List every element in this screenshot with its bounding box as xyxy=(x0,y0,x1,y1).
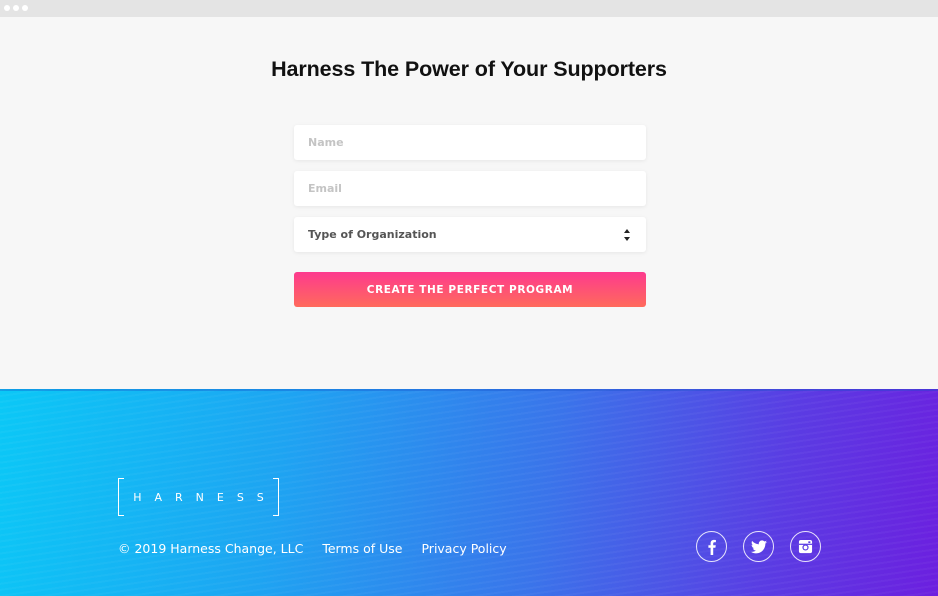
copyright-text: © 2019 Harness Change, LLC xyxy=(118,541,304,556)
instagram-icon xyxy=(798,539,813,554)
twitter-icon xyxy=(750,539,767,553)
name-input[interactable] xyxy=(308,136,632,149)
window-dot-icon[interactable] xyxy=(4,5,10,11)
window-dot-icon[interactable] xyxy=(22,5,28,11)
email-input[interactable] xyxy=(308,182,632,195)
twitter-link[interactable] xyxy=(743,531,774,562)
sort-arrows-icon xyxy=(624,228,632,241)
organization-type-select[interactable]: Type of Organization xyxy=(294,217,646,252)
name-field-wrapper xyxy=(294,125,646,160)
harness-logo[interactable]: HARNESS xyxy=(118,478,279,516)
logo-bracket-left xyxy=(118,478,124,516)
privacy-policy-link[interactable]: Privacy Policy xyxy=(421,541,506,556)
social-links xyxy=(696,531,821,562)
organization-type-value: Type of Organization xyxy=(308,228,437,241)
footer-divider xyxy=(0,389,938,391)
signup-section: Harness The Power of Your Supporters Typ… xyxy=(0,17,938,389)
browser-title-bar xyxy=(0,0,938,17)
instagram-link[interactable] xyxy=(790,531,821,562)
signup-form: Type of Organization CREATE THE PERFECT … xyxy=(294,125,646,307)
page-title: Harness The Power of Your Supporters xyxy=(271,57,667,81)
logo-bracket-right xyxy=(273,478,279,516)
email-field-wrapper xyxy=(294,171,646,206)
facebook-icon xyxy=(707,539,716,555)
footer-links: © 2019 Harness Change, LLC Terms of Use … xyxy=(118,541,526,556)
window-controls xyxy=(4,5,28,11)
footer: HARNESS © 2019 Harness Change, LLC Terms… xyxy=(0,389,938,596)
terms-of-use-link[interactable]: Terms of Use xyxy=(322,541,402,556)
window-dot-icon[interactable] xyxy=(13,5,19,11)
create-program-button[interactable]: CREATE THE PERFECT PROGRAM xyxy=(294,272,646,307)
facebook-link[interactable] xyxy=(696,531,727,562)
logo-text: HARNESS xyxy=(133,490,277,504)
